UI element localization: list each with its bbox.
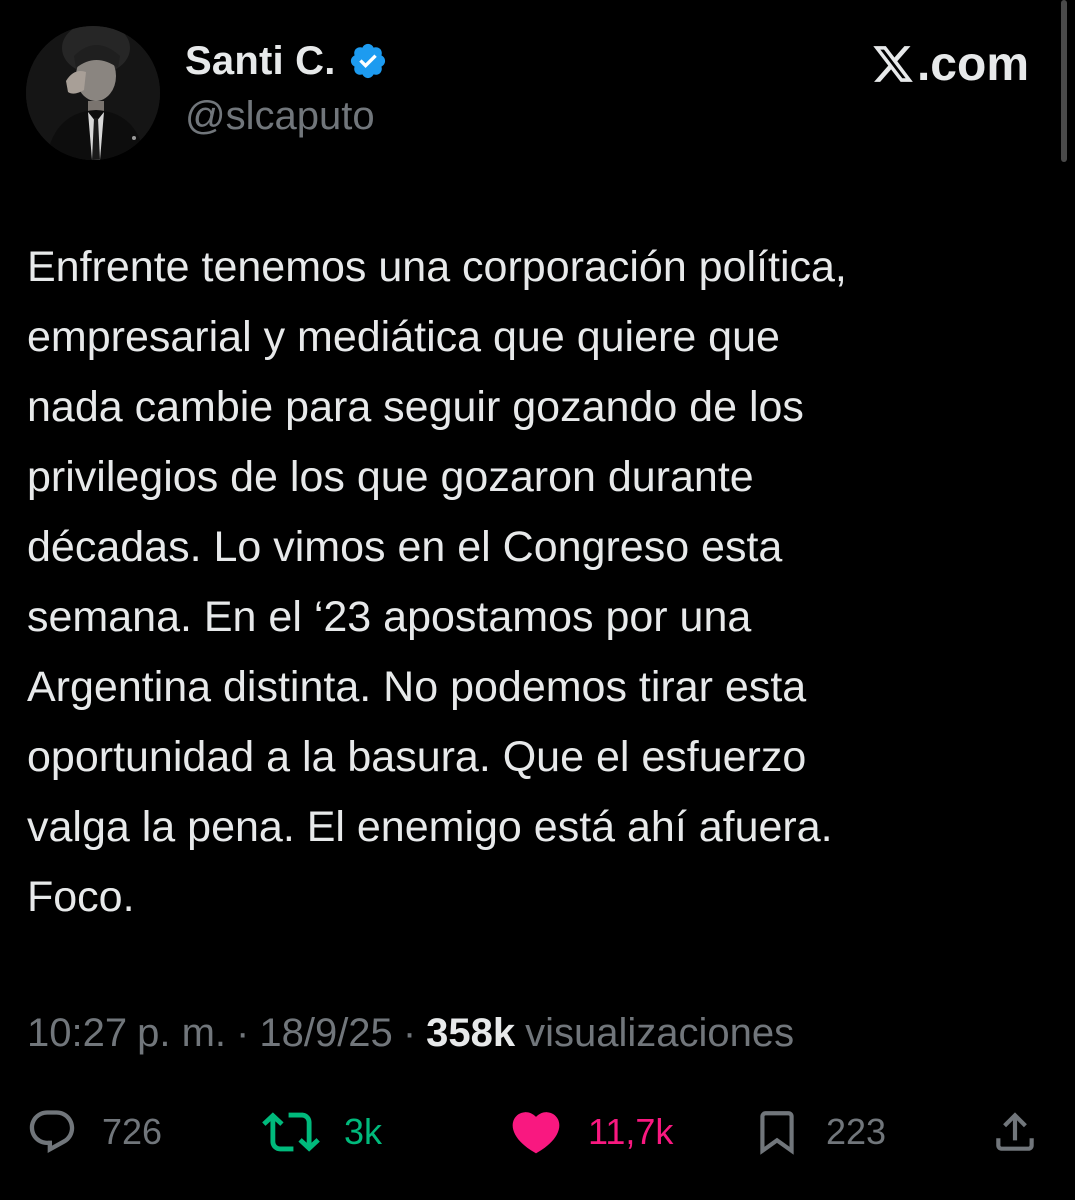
brand-label: .com (916, 37, 1029, 91)
bookmark-button[interactable]: 223 (752, 1100, 886, 1164)
views-label: visualizaciones (525, 1010, 795, 1055)
author-name-row: Santi C. (185, 36, 388, 86)
reply-bubble-icon (29, 1110, 75, 1154)
bookmark-count: 223 (826, 1111, 887, 1152)
tweet-text: Enfrente tenemos una corporación polític… (27, 243, 847, 921)
author-handle[interactable]: @slcaputo (185, 94, 375, 139)
tweet-time[interactable]: 10:27 (27, 1011, 127, 1056)
repost-count: 3k (344, 1111, 383, 1152)
avatar[interactable] (26, 26, 160, 160)
profile-photo (26, 26, 160, 160)
bookmark-icon (760, 1111, 794, 1155)
brand-watermark: .com (871, 36, 1029, 92)
reply-button[interactable]: 726 (26, 1100, 162, 1164)
meta-separator: · (236, 1010, 250, 1055)
meta-separator: · (402, 1010, 417, 1055)
repost-button[interactable]: 3k (262, 1100, 382, 1164)
heart-filled-icon (512, 1112, 560, 1154)
share-icon (996, 1112, 1034, 1151)
reply-count: 726 (102, 1111, 163, 1152)
share-button[interactable] (990, 1100, 1040, 1164)
action-bar: 726 3k 11,7k 223 (0, 1100, 1075, 1164)
display-name[interactable]: Santi C. (185, 39, 336, 84)
like-count: 11,7k (588, 1111, 674, 1152)
repost-icon (262, 1112, 320, 1152)
x-logo-icon (873, 46, 913, 82)
tweet-ampm[interactable]: p. m. (137, 1011, 226, 1056)
tweet-meta: 10:27 p. m. · 18/9/25 · 358k visualizaci… (27, 1008, 794, 1058)
verified-badge-icon (348, 41, 388, 81)
views-count[interactable]: 358k (426, 1011, 515, 1056)
scrollbar[interactable] (1061, 0, 1067, 162)
like-button[interactable]: 11,7k (508, 1100, 673, 1164)
tweet-date[interactable]: 18/9/25 (259, 1011, 392, 1056)
